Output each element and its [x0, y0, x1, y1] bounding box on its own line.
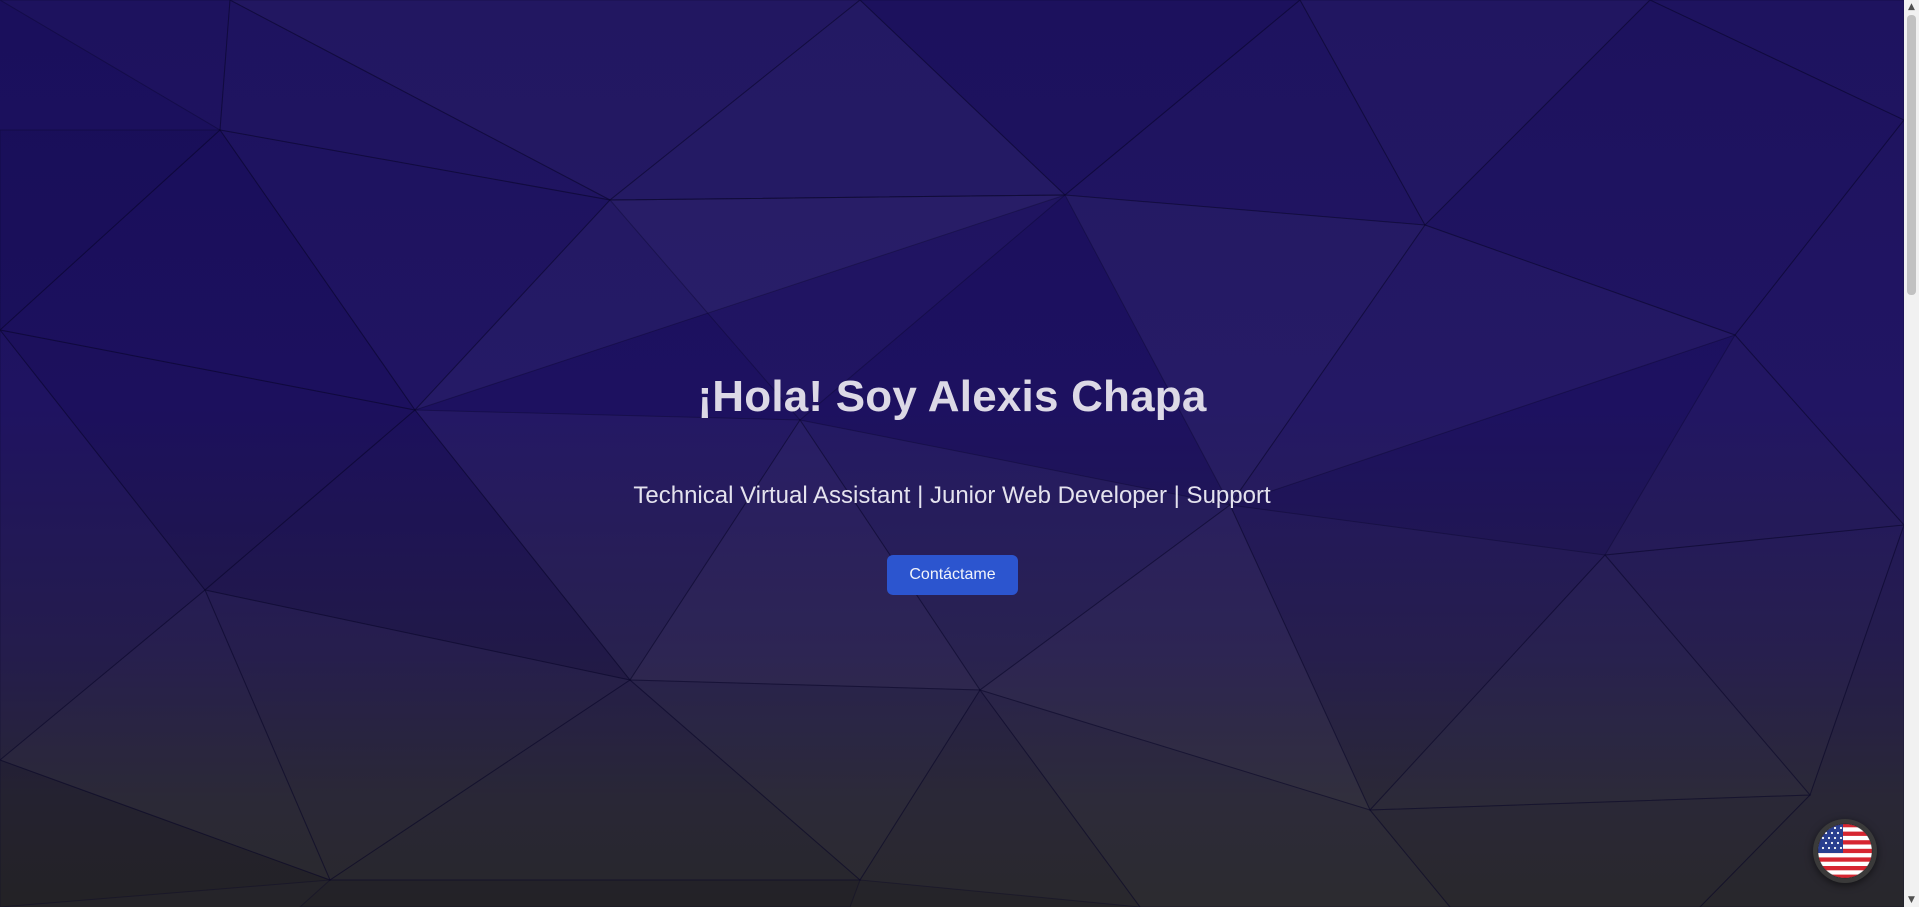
scroll-down-arrow-icon[interactable]: ▼	[1904, 893, 1919, 907]
scrollbar-thumb[interactable]	[1907, 15, 1916, 295]
vertical-scrollbar[interactable]: ▲ ▼	[1904, 0, 1919, 907]
hero-subtitle: Technical Virtual Assistant | Junior Web…	[633, 482, 1271, 509]
language-toggle-button[interactable]	[1813, 819, 1877, 883]
hero-section: ¡Hola! Soy Alexis Chapa Technical Virtua…	[0, 0, 1904, 907]
contact-button[interactable]: Contáctame	[887, 555, 1018, 595]
hero-title: ¡Hola! Soy Alexis Chapa	[697, 372, 1207, 421]
us-flag-icon	[1817, 823, 1873, 879]
page-background: ¡Hola! Soy Alexis Chapa Technical Virtua…	[0, 0, 1904, 907]
scroll-up-arrow-icon[interactable]: ▲	[1904, 0, 1919, 14]
